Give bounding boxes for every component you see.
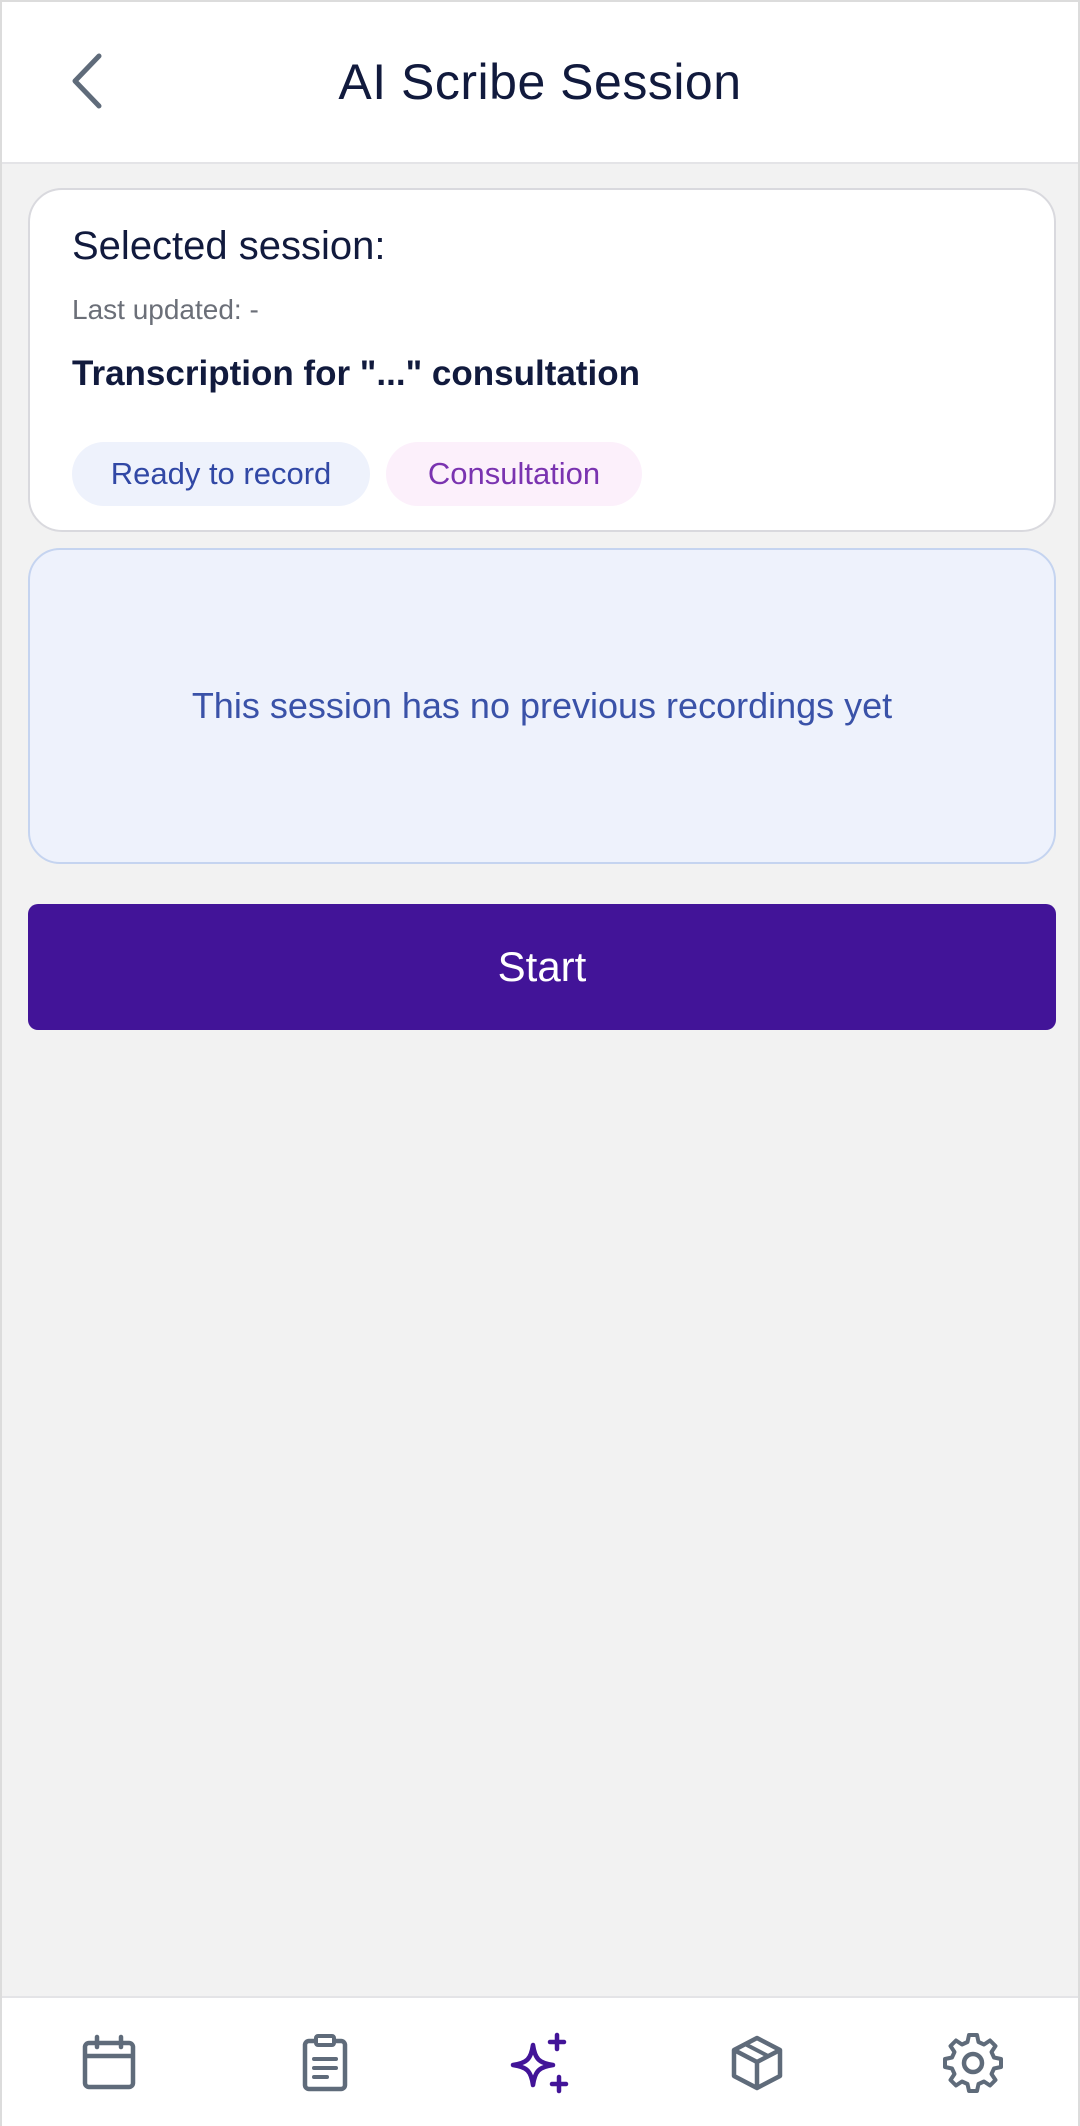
clipboard-icon (295, 2033, 355, 2093)
start-recording-button[interactable]: Start (28, 904, 1056, 1030)
nav-item-calendar[interactable] (64, 2018, 154, 2108)
app-screen: AI Scribe Session Selected session: Last… (0, 0, 1080, 2126)
calendar-icon (79, 2033, 139, 2093)
nav-item-products[interactable] (712, 2018, 802, 2108)
selected-session-label: Selected session: (72, 224, 386, 268)
last-updated-text: Last updated: - (72, 294, 259, 325)
nav-item-ai-scribe[interactable] (496, 2018, 586, 2108)
empty-recordings-message: This session has no previous recordings … (191, 685, 893, 726)
top-app-bar: AI Scribe Session (2, 2, 1078, 164)
chevron-left-icon (67, 50, 107, 117)
recordings-empty-state: This session has no previous recordings … (28, 548, 1056, 864)
gear-icon (943, 2033, 1003, 2093)
status-badge: Ready to record (72, 442, 370, 506)
nav-item-notes[interactable] (280, 2018, 370, 2108)
session-title: Transcription for "..." consultation (72, 354, 640, 393)
page-title: AI Scribe Session (338, 54, 742, 110)
bottom-navigation (2, 1996, 1078, 2126)
back-button[interactable] (52, 48, 122, 118)
nav-item-settings[interactable] (928, 2018, 1018, 2108)
ai-sparkles-icon (509, 2031, 573, 2095)
selected-session-card: Selected session: Last updated: - Transc… (28, 188, 1056, 532)
package-icon (727, 2033, 787, 2093)
session-type-badge: Consultation (386, 442, 642, 506)
